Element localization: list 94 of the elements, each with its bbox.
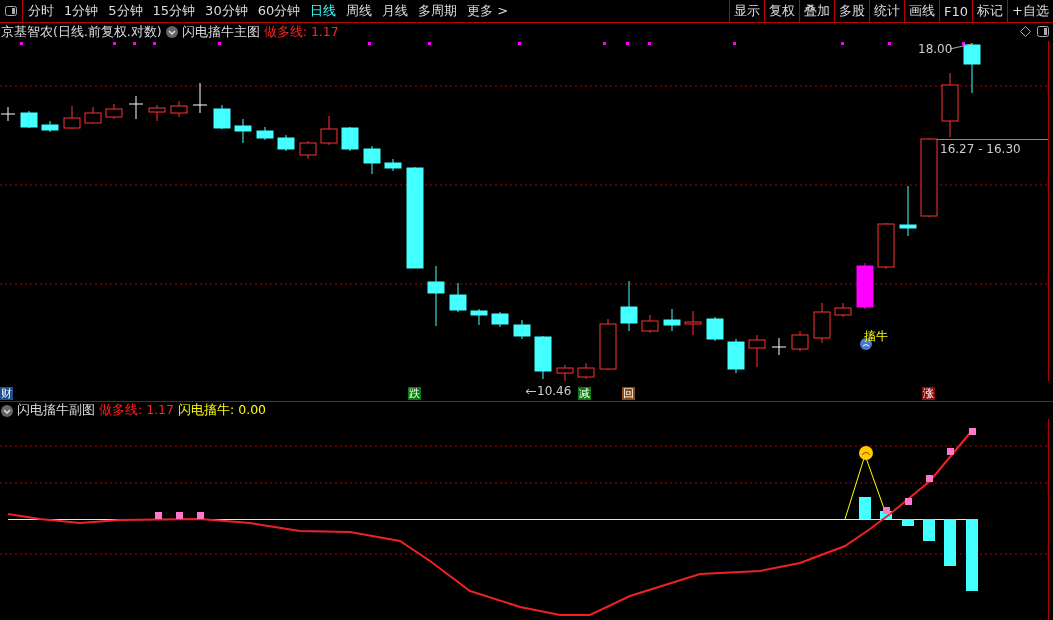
signal-badge: 涨 bbox=[922, 387, 935, 400]
dropdown-icon[interactable] bbox=[1, 404, 13, 417]
doji-candlestick bbox=[0, 106, 16, 122]
signal-badge: 跌 bbox=[408, 387, 421, 400]
doji-candlestick bbox=[771, 337, 787, 356]
candlestick bbox=[834, 302, 852, 318]
candlestick bbox=[213, 104, 231, 130]
candlestick bbox=[641, 314, 659, 334]
diamond-icon[interactable] bbox=[1020, 26, 1031, 37]
candlestick bbox=[534, 335, 552, 380]
candlestick bbox=[620, 280, 638, 332]
candlestick bbox=[491, 311, 509, 328]
marker bbox=[155, 512, 162, 519]
marker bbox=[905, 498, 912, 505]
smiley-icon bbox=[859, 446, 873, 460]
period-tab[interactable]: 5分钟 bbox=[104, 0, 147, 22]
candlestick bbox=[899, 185, 917, 237]
candlestick bbox=[20, 110, 38, 129]
period-tab[interactable]: 30分钟 bbox=[201, 0, 252, 22]
toolbar-button[interactable]: 复权 bbox=[764, 0, 800, 22]
indicator-name: 闪电搐牛主图 bbox=[181, 23, 260, 41]
legend-value: 做多线: 1.17 bbox=[99, 402, 175, 419]
period-tab[interactable]: 1分钟 bbox=[60, 0, 103, 22]
toolbar-button[interactable]: +自选 bbox=[1007, 0, 1053, 22]
candlestick bbox=[684, 310, 702, 336]
candlestick bbox=[363, 145, 381, 175]
candlestick bbox=[63, 105, 81, 130]
period-tab[interactable]: 分时 bbox=[24, 0, 58, 22]
toolbar-button[interactable]: 画线 bbox=[904, 0, 940, 22]
period-tab[interactable]: 月线 bbox=[378, 0, 413, 22]
candlestick bbox=[706, 316, 724, 342]
price-range-label: 16.27 - 16.30 bbox=[940, 142, 1021, 156]
candlestick bbox=[599, 318, 617, 371]
candlestick bbox=[341, 126, 359, 152]
candlestick bbox=[449, 282, 467, 313]
high-price-label: 18.00 bbox=[918, 42, 953, 56]
legend-value: 闪电搐牛: 0.00 bbox=[178, 402, 267, 419]
period-tab[interactable]: 日线 bbox=[306, 0, 341, 22]
toolbar-button[interactable]: 多股 bbox=[834, 0, 870, 22]
candlestick bbox=[256, 126, 274, 141]
marker bbox=[969, 428, 976, 435]
candlestick bbox=[84, 106, 102, 125]
arrow-icon bbox=[526, 387, 536, 395]
candlestick bbox=[277, 134, 295, 152]
toolbar-button[interactable]: 叠加 bbox=[799, 0, 835, 22]
period-tab[interactable]: 更多 > bbox=[463, 0, 513, 22]
candlestick bbox=[148, 104, 166, 122]
candlestick bbox=[105, 103, 123, 120]
marker bbox=[197, 512, 204, 519]
marker bbox=[947, 448, 954, 455]
toolbar-button[interactable]: F10 bbox=[939, 0, 973, 22]
marker bbox=[926, 475, 933, 482]
candlestick bbox=[748, 334, 766, 368]
period-tab[interactable]: 15分钟 bbox=[148, 0, 200, 22]
candlestick bbox=[234, 118, 252, 144]
candlestick bbox=[813, 302, 831, 344]
panel-icon[interactable] bbox=[1037, 26, 1049, 37]
toolbar-button[interactable]: 显示 bbox=[729, 0, 765, 22]
indicator-value: 做多线: 1.17 bbox=[263, 23, 339, 41]
panel-icon[interactable] bbox=[5, 6, 17, 16]
candlestick bbox=[663, 308, 681, 332]
candlestick bbox=[470, 308, 488, 326]
candlestick bbox=[791, 330, 809, 352]
candlestick bbox=[513, 319, 531, 340]
candlestick bbox=[556, 364, 574, 381]
toolbar-button[interactable]: 标记 bbox=[972, 0, 1008, 22]
dropdown-icon[interactable] bbox=[165, 26, 178, 38]
candlestick bbox=[963, 42, 981, 94]
marker bbox=[176, 512, 183, 519]
candlestick bbox=[299, 140, 317, 160]
signal-badge: 减 bbox=[578, 387, 591, 400]
candlestick bbox=[170, 100, 188, 118]
low-price-label: 10.46 bbox=[537, 384, 572, 398]
period-tab[interactable]: 周线 bbox=[342, 0, 377, 22]
candlestick bbox=[41, 120, 59, 133]
signal-label: 搐牛 bbox=[864, 328, 888, 345]
period-tab[interactable]: 多周期 bbox=[414, 0, 462, 22]
candlestick bbox=[727, 338, 745, 374]
candlestick bbox=[941, 72, 959, 138]
doji-candlestick bbox=[128, 95, 144, 120]
candlestick bbox=[856, 262, 874, 310]
candlestick bbox=[320, 115, 338, 146]
candlestick bbox=[384, 158, 402, 172]
candlestick bbox=[877, 222, 895, 270]
candlestick bbox=[427, 265, 445, 327]
signal-badge: 回 bbox=[622, 387, 635, 400]
indicator-name: 闪电搐牛副图 bbox=[17, 402, 95, 419]
period-tab[interactable]: 60分钟 bbox=[253, 0, 305, 22]
signal-badge: 财 bbox=[0, 387, 13, 400]
marker bbox=[883, 507, 890, 514]
doji-candlestick bbox=[192, 82, 208, 114]
toolbar-button[interactable]: 统计 bbox=[869, 0, 905, 22]
stock-title: 京基智农(日线.前复权.对数) bbox=[1, 23, 162, 41]
candlestick bbox=[577, 362, 595, 380]
